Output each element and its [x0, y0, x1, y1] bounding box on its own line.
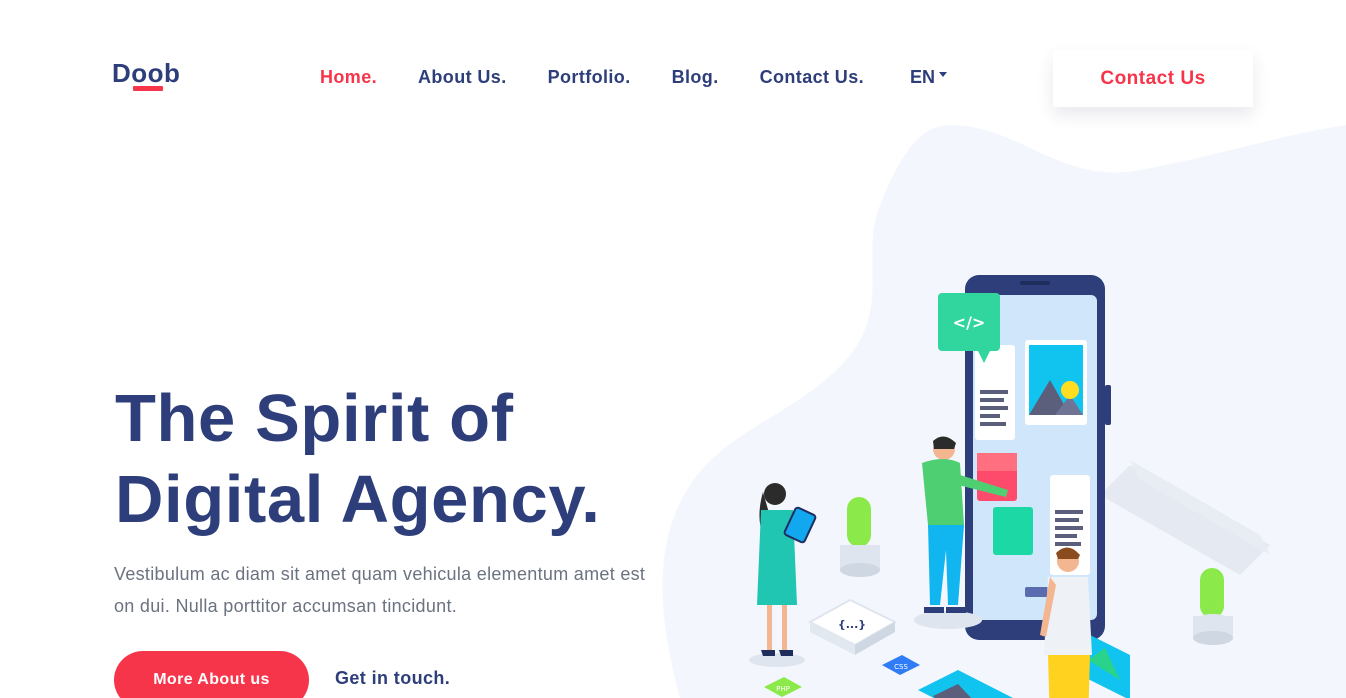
hero-illustration: </> {...} CSS PHP [662, 125, 1346, 698]
language-dropdown[interactable]: EN [910, 67, 948, 88]
language-label: EN [910, 67, 936, 87]
logo-underline [133, 86, 163, 91]
hero-title-line-2: Digital Agency. [115, 462, 601, 537]
contact-us-button[interactable]: Contact Us [1053, 50, 1253, 107]
logo[interactable]: Doob [112, 58, 180, 89]
nav-item-about[interactable]: About Us. [418, 67, 507, 88]
hero-title-line-1: The Spirit of [115, 381, 514, 456]
nav-item-portfolio[interactable]: Portfolio. [548, 67, 631, 88]
php-tag-label: PHP [776, 685, 790, 693]
nav-item-blog[interactable]: Blog. [672, 67, 719, 88]
hero-title: The Spirit of Digital Agency. [115, 378, 675, 540]
code-bubble-label: </> [953, 313, 986, 332]
more-about-us-button[interactable]: More About us [114, 651, 309, 698]
braces-label: {...} [838, 618, 866, 631]
main-nav: Home. About Us. Portfolio. Blog. Contact… [320, 67, 905, 88]
get-in-touch-link[interactable]: Get in touch. [335, 668, 450, 689]
hero-description: Vestibulum ac diam sit amet quam vehicul… [114, 564, 646, 616]
nav-item-home[interactable]: Home. [320, 67, 377, 88]
chevron-down-icon [939, 72, 948, 77]
css-tag-label: CSS [894, 663, 908, 671]
nav-item-contact[interactable]: Contact Us. [760, 67, 864, 88]
